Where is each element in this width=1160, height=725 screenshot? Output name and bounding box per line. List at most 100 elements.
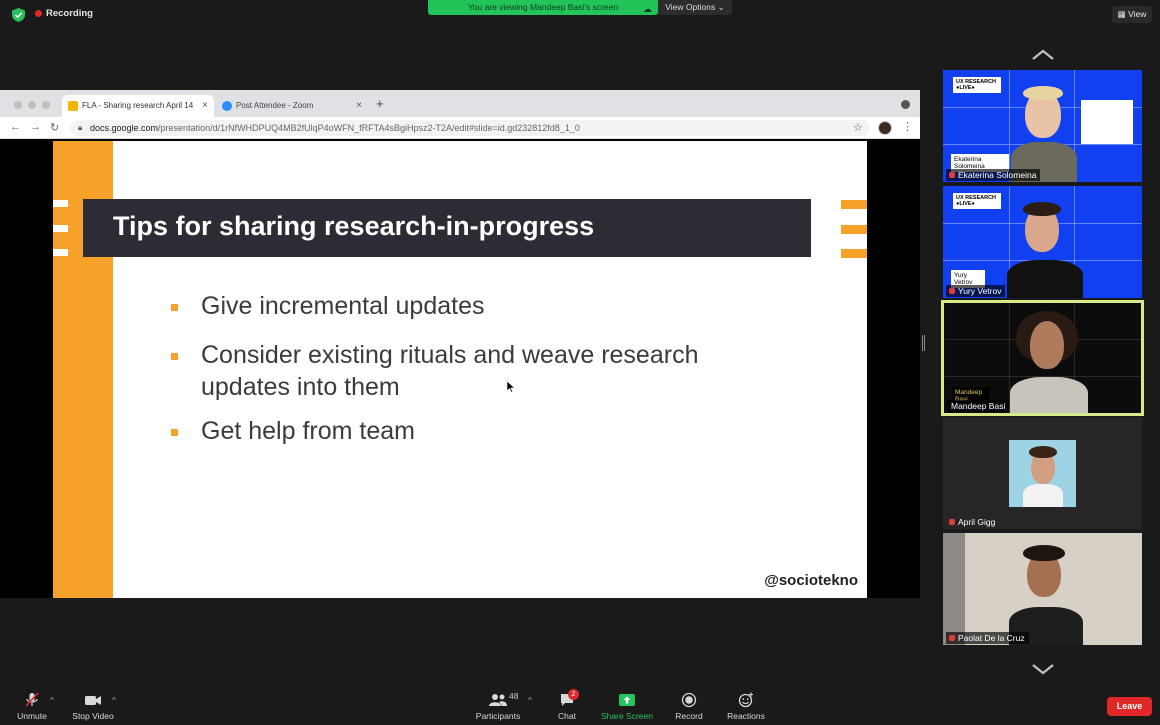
stop-video-label: Stop Video xyxy=(72,711,114,721)
bullet-item-1: Give incremental updates xyxy=(201,292,485,320)
participant-name-label: Paolat De la Cruz xyxy=(946,632,1029,644)
reactions-button[interactable]: Reactions xyxy=(724,692,768,721)
chat-icon-wrap: 2 xyxy=(559,689,579,708)
bullet-item-3: Get help from team xyxy=(201,417,415,445)
meeting-toolbar: Unmute ^ Stop Video ^ Participants 48 ^ … xyxy=(0,688,1160,725)
person-body xyxy=(1007,260,1083,298)
forward-arrow-icon[interactable]: → xyxy=(30,121,41,133)
cloud-icon: ☁ xyxy=(643,4,652,14)
person-hair xyxy=(1023,86,1063,100)
view-layout-button[interactable]: ▦ View xyxy=(1112,6,1152,23)
browser-tab-slides[interactable]: FLA - Sharing research April 14 × xyxy=(62,95,214,117)
bullet-item-2-continued: updates into them xyxy=(201,373,400,401)
new-tab-plus-icon[interactable]: + xyxy=(376,96,384,111)
audio-options-caret-icon[interactable]: ^ xyxy=(50,696,54,705)
chat-unread-badge: 2 xyxy=(568,689,579,700)
share-screen-button[interactable]: Share Screen xyxy=(598,692,656,721)
browser-address-bar: ← → ↻ 🔒︎ docs.google.com/presentation/d/… xyxy=(0,117,920,139)
window-minimize-dot[interactable] xyxy=(28,101,36,109)
url-path: /presentation/d/1rNfWHDPUQ4MB2fUlqP4oWFN… xyxy=(158,123,580,133)
window-maximize-dot[interactable] xyxy=(42,101,50,109)
viewing-screen-banner: You are viewing Mandeep Basi's screen ☁ xyxy=(428,0,658,15)
browser-tab-zoom[interactable]: Post Attendee - Zoom × xyxy=(216,95,368,117)
participants-label: Participants xyxy=(475,711,521,721)
headphones xyxy=(1023,545,1065,561)
participant-tile-yury[interactable]: UX RESEARCH ●LIVE● Yury Vetrov Yury Vetr… xyxy=(943,186,1142,298)
reactions-smiley-icon xyxy=(738,692,753,708)
participants-count: 48 xyxy=(509,691,519,701)
promo-card: UX RESEARCH ●LIVE● xyxy=(953,77,1001,93)
browser-tab-strip: FLA - Sharing research April 14 × Post A… xyxy=(0,90,920,117)
slides-favicon-icon xyxy=(68,101,78,111)
participant-tile-ekaterina[interactable]: UX RESEARCH ●LIVE● Ekaterina Solomeina E… xyxy=(943,70,1142,182)
slide-title-band: Tips for sharing research-in-progress xyxy=(83,199,811,257)
bullet-marker xyxy=(171,429,178,436)
video-options-caret-icon[interactable]: ^ xyxy=(112,696,116,705)
slide-decor-stripe xyxy=(841,200,867,209)
url-field[interactable]: 🔒︎ docs.google.com/presentation/d/1rNfWH… xyxy=(70,120,870,136)
recording-dot-icon xyxy=(35,10,42,17)
shared-screen: FLA - Sharing research April 14 × Post A… xyxy=(0,90,920,598)
participants-icon xyxy=(489,694,507,706)
url-domain: docs.google.com xyxy=(90,123,159,133)
participant-tile-april[interactable]: April Gigg xyxy=(943,417,1142,529)
participant-tile-mandeep[interactable]: Mandeep Basi Mandeep Basi xyxy=(941,300,1144,416)
bullet-item-2: Consider existing rituals and weave rese… xyxy=(201,341,699,369)
slide-decor-stripe xyxy=(53,225,68,232)
slide-decor-stripe xyxy=(53,200,68,207)
tab-label: FLA - Sharing research April 14 xyxy=(82,101,194,110)
browser-menu-icon[interactable]: ⋮ xyxy=(902,120,913,133)
slide-decor-stripe xyxy=(53,249,68,256)
panel-resize-handle[interactable] xyxy=(922,335,925,351)
zoom-favicon-icon xyxy=(222,101,232,111)
person-hair xyxy=(1029,446,1057,458)
participant-name: Yury Vetrov xyxy=(958,286,1002,296)
profile-avatar[interactable] xyxy=(878,121,892,135)
security-shield-icon[interactable] xyxy=(12,8,25,22)
bullet-marker xyxy=(171,353,178,360)
tab-close-icon[interactable]: × xyxy=(202,95,208,117)
share-screen-label: Share Screen xyxy=(601,711,653,721)
promo-card: UX RESEARCH ●LIVE● xyxy=(953,193,1001,209)
unmute-button[interactable]: Unmute xyxy=(14,692,50,721)
person-face xyxy=(1030,321,1064,369)
participant-name-label: Yury Vetrov xyxy=(946,285,1006,297)
mouse-cursor-icon xyxy=(507,381,515,393)
muted-microphone-icon xyxy=(25,692,39,707)
person-body xyxy=(1023,484,1063,507)
bullet-marker xyxy=(171,304,178,311)
view-label: View xyxy=(1128,9,1147,19)
record-button[interactable]: Record xyxy=(672,692,706,721)
participant-tile-paolat[interactable]: Paolat De la Cruz xyxy=(943,533,1142,645)
bookmark-star-icon[interactable]: ☆ xyxy=(853,121,863,134)
stop-video-button[interactable]: Stop Video xyxy=(68,692,118,721)
window-close-dot[interactable] xyxy=(14,101,22,109)
tab-close-icon[interactable]: × xyxy=(356,95,362,117)
avatar xyxy=(1009,440,1076,507)
share-screen-icon xyxy=(619,694,635,706)
participant-name-label: April Gigg xyxy=(946,516,999,528)
participants-options-caret-icon[interactable]: ^ xyxy=(528,696,532,705)
slide-decor-stripe xyxy=(841,225,867,234)
participant-name-label: Mandeep Basi xyxy=(947,400,1010,412)
chat-button[interactable]: 2 Chat xyxy=(552,689,582,721)
view-options-button[interactable]: View Options ⌄ xyxy=(658,0,732,15)
presentation-slide: Tips for sharing research-in-progress Gi… xyxy=(53,141,867,598)
unmute-label: Unmute xyxy=(17,711,47,721)
recording-label[interactable]: Recording xyxy=(46,8,93,19)
tab-label: Post Attendee - Zoom xyxy=(236,101,314,110)
extension-icon[interactable] xyxy=(901,100,910,109)
leave-meeting-button[interactable]: Leave xyxy=(1107,697,1152,716)
muted-mic-icon xyxy=(949,172,955,178)
reactions-label: Reactions xyxy=(727,711,765,721)
slide-twitter-handle: @sociotekno xyxy=(764,572,858,589)
reload-icon[interactable]: ↻ xyxy=(50,121,59,134)
scroll-up-chevron-icon[interactable] xyxy=(1031,49,1055,61)
scroll-down-chevron-icon[interactable] xyxy=(1031,663,1055,675)
participant-name: April Gigg xyxy=(958,517,996,527)
back-arrow-icon[interactable]: ← xyxy=(10,121,21,133)
record-label: Record xyxy=(675,711,703,721)
schedule-card xyxy=(1081,100,1133,144)
meeting-top-bar: Recording You are viewing Mandeep Basi's… xyxy=(0,0,1160,30)
slide-decor-stripe xyxy=(841,249,867,258)
